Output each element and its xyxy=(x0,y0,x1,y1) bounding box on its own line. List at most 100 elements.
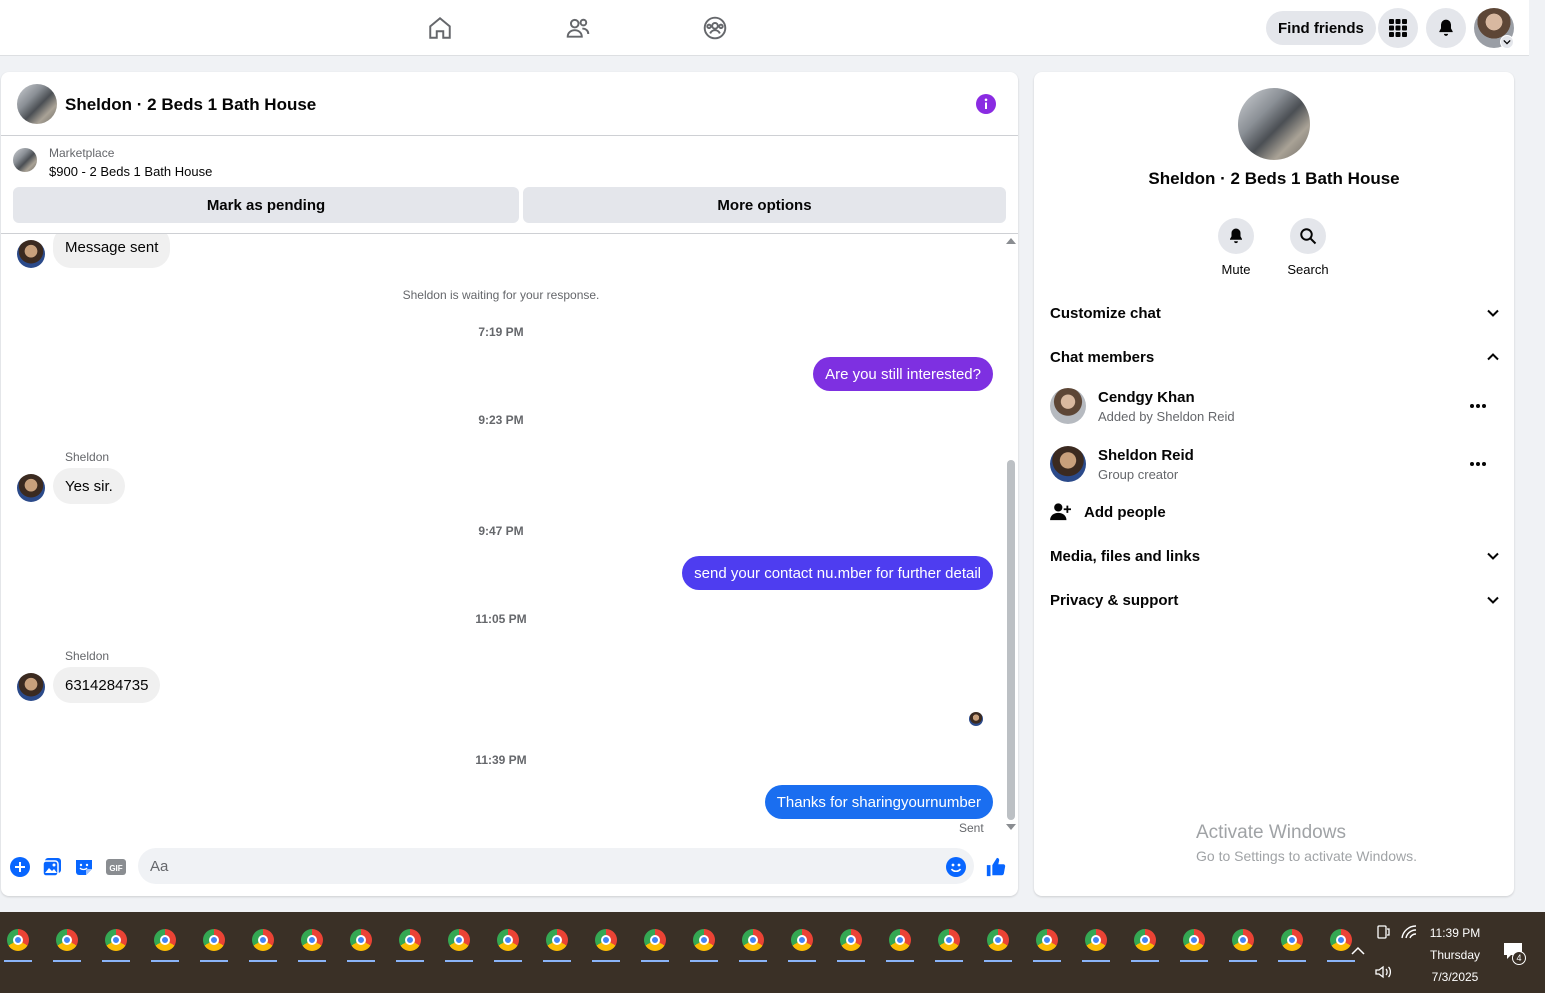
bell-icon[interactable] xyxy=(1218,218,1254,254)
emoji-icon[interactable] xyxy=(945,856,967,878)
search-label: Search xyxy=(1287,262,1329,277)
chat-members-section[interactable]: Chat members xyxy=(1050,339,1500,375)
menu-grid-icon[interactable] xyxy=(1378,8,1418,48)
taskbar-chrome-window[interactable] xyxy=(1076,922,1116,962)
taskbar-chrome-window[interactable] xyxy=(0,922,38,962)
mark-as-pending-button[interactable]: Mark as pending xyxy=(13,187,519,223)
home-icon[interactable] xyxy=(424,12,456,44)
device-icon[interactable] xyxy=(1375,924,1391,940)
taskbar-chrome-window[interactable] xyxy=(341,922,381,962)
taskbar-chrome-window[interactable] xyxy=(929,922,969,962)
taskbar-chrome-window[interactable] xyxy=(243,922,283,962)
taskbar-chrome-window[interactable] xyxy=(978,922,1018,962)
plus-circle-icon[interactable] xyxy=(9,856,31,878)
activate-windows-watermark: Activate Windows Go to Settings to activ… xyxy=(1196,822,1417,864)
taskbar-chrome-window[interactable] xyxy=(831,922,871,962)
info-icon[interactable] xyxy=(976,94,996,114)
scroll-down-arrow-icon[interactable] xyxy=(1006,824,1016,830)
taskbar-chrome-window[interactable] xyxy=(733,922,773,962)
taskbar-chrome-window[interactable] xyxy=(1174,922,1214,962)
member-avatar[interactable] xyxy=(1050,388,1086,424)
taskbar-chrome-window[interactable] xyxy=(390,922,430,962)
chevron-down-icon[interactable] xyxy=(1486,306,1500,320)
message-scrollbar[interactable] xyxy=(1004,234,1016,838)
mute-button[interactable]: Mute xyxy=(1196,218,1276,277)
sticker-icon[interactable] xyxy=(73,856,95,878)
more-options-button[interactable]: More options xyxy=(523,187,1006,223)
notification-center-icon[interactable]: 4 xyxy=(1503,942,1527,966)
system-clock[interactable]: 11:39 PM Thursday 7/3/2025 xyxy=(1420,922,1490,988)
taskbar-chrome-window[interactable] xyxy=(47,922,87,962)
chrome-icon xyxy=(7,929,29,951)
privacy-support-label: Privacy & support xyxy=(1050,591,1179,609)
search-button[interactable]: Search xyxy=(1268,218,1348,277)
chevron-down-icon[interactable] xyxy=(1486,549,1500,563)
wifi-icon[interactable] xyxy=(1400,924,1418,940)
member-avatar[interactable] xyxy=(1050,446,1086,482)
member-row[interactable]: Sheldon Reid Group creator xyxy=(1050,440,1500,488)
media-files-label: Media, files and links xyxy=(1050,547,1201,565)
notifications-bell-icon[interactable] xyxy=(1426,8,1466,48)
chrome-icon xyxy=(1134,929,1156,951)
taskbar-chrome-window[interactable] xyxy=(1027,922,1067,962)
taskbar-chrome-window[interactable] xyxy=(439,922,479,962)
listing-title[interactable]: $900 - 2 Beds 1 Bath House xyxy=(49,164,212,179)
search-icon[interactable] xyxy=(1290,218,1326,254)
sender-avatar[interactable] xyxy=(17,474,45,502)
chrome-icon xyxy=(1036,929,1058,951)
friends-icon[interactable] xyxy=(562,12,594,44)
timestamp: 7:19 PM xyxy=(478,325,524,339)
groups-icon[interactable] xyxy=(699,12,731,44)
member-role: Added by Sheldon Reid xyxy=(1098,409,1235,424)
taskbar-chrome-window[interactable] xyxy=(1272,922,1312,962)
taskbar-chrome-window[interactable] xyxy=(292,922,332,962)
chevron-up-icon[interactable] xyxy=(1486,350,1500,364)
member-row[interactable]: Cendgy Khan Added by Sheldon Reid xyxy=(1050,382,1500,430)
message-input[interactable] xyxy=(138,848,974,884)
chat-title[interactable]: Sheldon · 2 Beds 1 Bath House xyxy=(65,95,316,115)
listing-mini-thumbnail[interactable] xyxy=(13,148,37,172)
taskbar-chrome-window[interactable] xyxy=(1125,922,1165,962)
chevron-down-icon[interactable] xyxy=(1486,593,1500,607)
taskbar-chrome-window[interactable] xyxy=(537,922,577,962)
more-dots-icon[interactable] xyxy=(1466,394,1490,418)
thumbs-up-icon[interactable] xyxy=(985,856,1007,878)
chat-header: Sheldon · 2 Beds 1 Bath House xyxy=(1,72,1018,136)
marketplace-banner: Marketplace $900 - 2 Beds 1 Bath House M… xyxy=(1,136,1018,234)
chevron-down-icon[interactable] xyxy=(1500,35,1514,49)
message-bubble-outgoing: Are you still interested? xyxy=(813,357,993,391)
scroll-thumb[interactable] xyxy=(1007,460,1015,820)
photo-icon[interactable] xyxy=(41,856,63,878)
taskbar-chrome-window[interactable] xyxy=(488,922,528,962)
sender-avatar[interactable] xyxy=(17,240,45,268)
message-bubble-incoming: Yes sir. xyxy=(53,468,125,504)
taskbar-chrome-window[interactable] xyxy=(96,922,136,962)
clock-day: Thursday xyxy=(1429,948,1481,962)
chrome-icon xyxy=(399,929,421,951)
find-friends-button[interactable]: Find friends xyxy=(1266,11,1376,45)
volume-icon[interactable] xyxy=(1374,964,1392,980)
listing-thumbnail[interactable] xyxy=(17,84,57,124)
add-people-button[interactable]: Add people xyxy=(1050,498,1166,526)
taskbar-chrome-window[interactable] xyxy=(194,922,234,962)
taskbar-chrome-window[interactable] xyxy=(1223,922,1263,962)
media-files-section[interactable]: Media, files and links xyxy=(1050,538,1500,574)
message-bubble-outgoing: Thanks for sharingyournumber xyxy=(764,785,993,819)
gif-icon[interactable]: GIF xyxy=(105,856,127,878)
scroll-up-arrow-icon[interactable] xyxy=(1006,238,1016,244)
listing-large-thumbnail[interactable] xyxy=(1238,88,1310,160)
more-dots-icon[interactable] xyxy=(1466,452,1490,476)
taskbar-chrome-window[interactable] xyxy=(684,922,724,962)
customize-chat-section[interactable]: Customize chat xyxy=(1050,295,1500,331)
sender-avatar[interactable] xyxy=(17,673,45,701)
marketplace-label: Marketplace xyxy=(49,146,115,160)
taskbar-chrome-window[interactable] xyxy=(145,922,185,962)
taskbar-chrome-window[interactable] xyxy=(635,922,675,962)
taskbar-chrome-window[interactable] xyxy=(880,922,920,962)
taskbar-chrome-window[interactable] xyxy=(586,922,626,962)
chevron-up-icon[interactable] xyxy=(1351,946,1365,956)
chrome-icon xyxy=(1330,929,1352,951)
taskbar-chrome-window[interactable] xyxy=(782,922,822,962)
privacy-support-section[interactable]: Privacy & support xyxy=(1050,582,1500,618)
page-scrollbar[interactable] xyxy=(1529,0,1545,912)
